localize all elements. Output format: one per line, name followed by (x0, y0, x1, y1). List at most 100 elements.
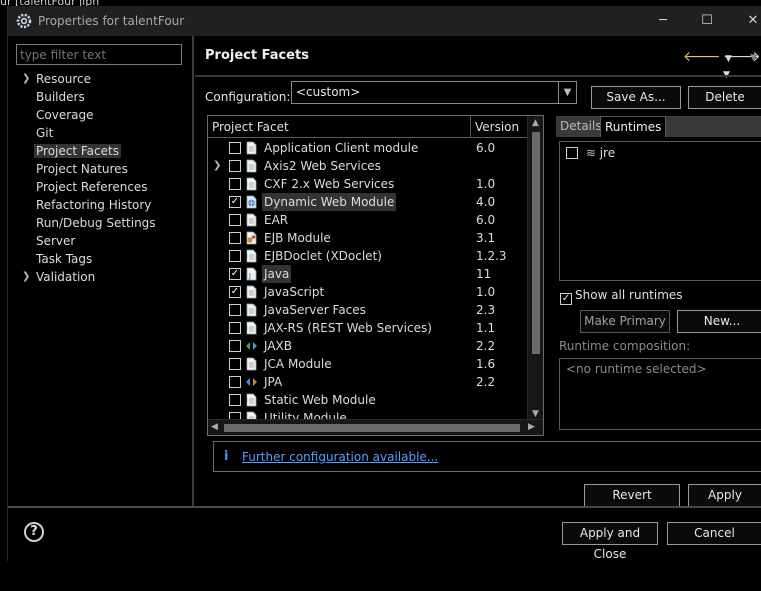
table-row[interactable]: Static Web Module (208, 391, 528, 409)
sidebar-item-server[interactable]: Server (16, 232, 194, 250)
filter-input[interactable] (16, 44, 182, 65)
table-row[interactable]: JAX-RS (REST Web Services) 1.1 (208, 319, 528, 337)
sidebar-item-validation[interactable]: ❯ Validation (16, 268, 194, 286)
sidebar-item-resource[interactable]: ❯ Resource (16, 70, 194, 88)
facet-checkbox[interactable]: ✓ (229, 268, 241, 280)
sidebar-item-git[interactable]: Git (16, 124, 194, 142)
facet-version[interactable]: 6.0 (476, 211, 495, 229)
table-row[interactable]: ✓ JavaScript 1.0 (208, 283, 528, 301)
show-all-runtimes-checkbox[interactable]: ✓ Show all runtimes (560, 288, 683, 305)
scroll-left-icon[interactable]: ◀ (211, 422, 218, 432)
facet-checkbox[interactable] (229, 394, 241, 406)
facet-checkbox[interactable] (229, 232, 241, 244)
chevron-right-icon[interactable]: ❯ (22, 268, 30, 286)
make-primary-button[interactable]: Make Primary (580, 310, 670, 333)
facet-version[interactable]: 1.2.3 (476, 247, 507, 265)
facet-checkbox[interactable] (229, 376, 241, 388)
minimize-button[interactable]: ─ (652, 11, 674, 31)
facet-name: Axis2 Web Services (264, 159, 381, 173)
table-row[interactable]: JCA Module 1.6 (208, 355, 528, 373)
column-header-facet[interactable]: Project Facet (212, 120, 289, 134)
chevron-right-icon[interactable]: ❯ (213, 157, 221, 175)
sidebar-item-task-tags[interactable]: Task Tags (16, 250, 194, 268)
runtime-checkbox[interactable] (566, 147, 578, 159)
table-row[interactable]: EJBDoclet (XDoclet) 1.2.3 (208, 247, 528, 265)
cancel-button[interactable]: Cancel (667, 522, 761, 545)
table-row[interactable]: Application Client module 6.0 (208, 139, 528, 157)
facet-version[interactable]: 2.2 (476, 337, 495, 355)
table-row[interactable]: ❯ Axis2 Web Services (208, 157, 528, 175)
revert-button[interactable]: Revert (584, 484, 680, 507)
facet-version[interactable]: 1.0 (476, 283, 495, 301)
maximize-button[interactable]: ☐ (696, 11, 718, 31)
sidebar-item-project-natures[interactable]: Project Natures (16, 160, 194, 178)
facet-checkbox[interactable] (229, 340, 241, 352)
facet-checkbox[interactable] (229, 178, 241, 190)
facet-checkbox[interactable] (229, 304, 241, 316)
chevron-down-icon[interactable]: ▼ (558, 82, 576, 103)
facet-checkbox[interactable]: ✓ (229, 286, 241, 298)
facet-version[interactable]: 1.0 (476, 175, 495, 193)
facet-version[interactable]: 3.1 (476, 229, 495, 247)
scroll-thumb[interactable] (224, 424, 520, 432)
delete-button[interactable]: Delete (688, 86, 761, 109)
horizontal-scrollbar[interactable]: ◀ ▶ (208, 419, 543, 435)
facet-checkbox[interactable] (229, 322, 241, 334)
scroll-up-icon[interactable]: ▲ (532, 118, 539, 128)
table-row[interactable]: ✓ J Java 11 (208, 265, 528, 283)
facet-checkbox[interactable]: ✓ (229, 196, 241, 208)
facet-checkbox[interactable] (229, 358, 241, 370)
facet-version[interactable]: 11 (476, 265, 491, 283)
table-row[interactable]: CXF 2.x Web Services 1.0 (208, 175, 528, 193)
checkmark-icon: ✓ (560, 293, 572, 305)
facet-version[interactable]: 4.0 (476, 193, 495, 211)
file-icon (245, 249, 258, 263)
sidebar-item-project-facets[interactable]: Project Facets (16, 142, 194, 160)
facet-version[interactable]: 6.0 (476, 139, 495, 157)
sidebar-item-project-references[interactable]: Project References (16, 178, 194, 196)
sidebar-item-run-debug-settings[interactable]: Run/Debug Settings (16, 214, 194, 232)
table-row[interactable]: JavaServer Faces 2.3 (208, 301, 528, 319)
help-icon[interactable]: ? (24, 522, 44, 542)
table-row[interactable]: ✓ Dynamic Web Module 4.0 (208, 193, 528, 211)
sidebar-item-coverage[interactable]: Coverage (16, 106, 194, 124)
scroll-down-icon[interactable]: ▼ (532, 409, 539, 419)
facet-version[interactable]: 1.1 (476, 319, 495, 337)
facet-checkbox[interactable] (229, 142, 241, 154)
new-runtime-button[interactable]: New... (677, 310, 761, 333)
dialog-titlebar[interactable]: Properties for talentFour ─ ☐ ✕ (8, 6, 761, 36)
tab-details[interactable]: Details (556, 116, 606, 137)
list-item[interactable]: ≋ jre (566, 145, 615, 161)
facet-name: EJB Module (264, 231, 331, 245)
column-header-version[interactable]: Version (470, 116, 528, 138)
configuration-combo[interactable]: <custom> ▼ (291, 81, 577, 104)
scroll-thumb[interactable] (532, 132, 540, 354)
facet-checkbox[interactable] (229, 214, 241, 226)
apply-and-close-button[interactable]: Apply and Close (562, 522, 658, 561)
table-row[interactable]: JPA 2.2 (208, 373, 528, 391)
facet-version[interactable]: 2.3 (476, 301, 495, 319)
table-row[interactable]: EJB Module 3.1 (208, 229, 528, 247)
close-button[interactable]: ✕ (742, 11, 761, 31)
sidebar-item-refactoring-history[interactable]: Refactoring History (16, 196, 194, 214)
show-all-label: Show all runtimes (575, 288, 683, 302)
apply-and-close-label: Apply and Close (579, 526, 641, 561)
sidebar-item-builders[interactable]: Builders (16, 88, 194, 106)
tab-runtimes[interactable]: Runtimes (600, 116, 667, 137)
facet-checkbox[interactable] (229, 250, 241, 262)
save-as-button[interactable]: Save As... (591, 86, 681, 109)
view-menu-icon[interactable]: ▼ (750, 48, 757, 64)
table-row[interactable]: EAR 6.0 (208, 211, 528, 229)
facet-version[interactable]: 2.2 (476, 373, 495, 391)
table-row[interactable]: JAXB 2.2 (208, 337, 528, 355)
facet-version[interactable]: 1.6 (476, 355, 495, 373)
facet-name: CXF 2.x Web Services (264, 177, 395, 191)
vertical-scrollbar[interactable]: ▲ ▼ (527, 116, 543, 421)
apply-button[interactable]: Apply (688, 484, 761, 507)
sash-divider[interactable] (192, 36, 194, 507)
scroll-right-icon[interactable]: ▶ (528, 422, 535, 432)
details-tab-bar: Details Runtimes (556, 116, 761, 137)
further-configuration-link[interactable]: Further configuration available... (242, 450, 438, 464)
chevron-right-icon[interactable]: ❯ (22, 70, 30, 88)
facet-checkbox[interactable] (229, 160, 241, 172)
